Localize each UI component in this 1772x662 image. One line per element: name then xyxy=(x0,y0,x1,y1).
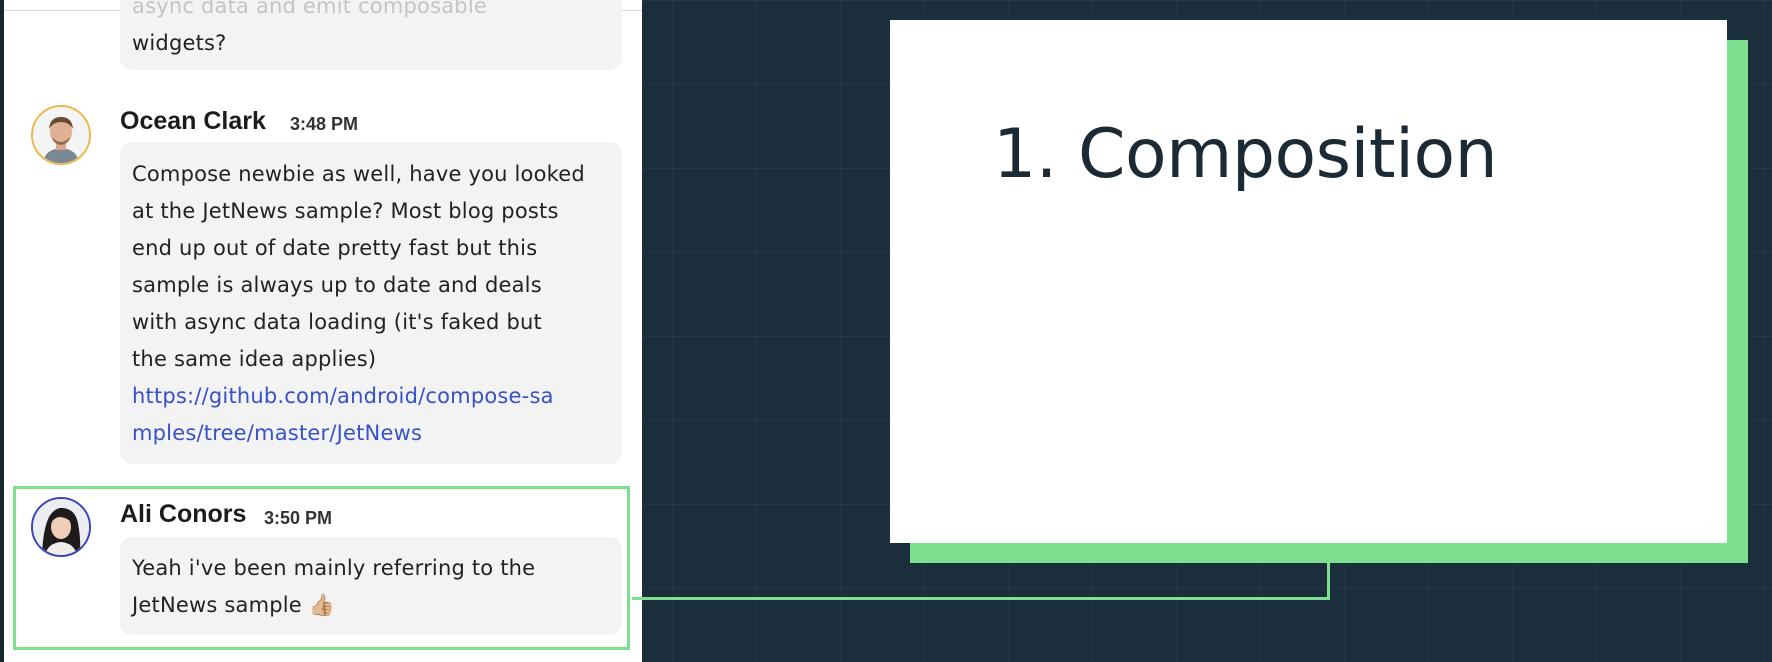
message-text-line: JetNews sample 👍🏼 xyxy=(132,587,622,624)
message-bubble: Compose newbie as well, have you looked … xyxy=(120,142,622,464)
message-text-line: async data and emit composable xyxy=(132,0,487,18)
slide-title: 1. Composition xyxy=(993,115,1498,194)
message-timestamp: 3:50 PM xyxy=(264,508,333,528)
sender-name[interactable]: Ali Conors xyxy=(120,500,246,529)
message-text-line: end up out of date pretty fast but this xyxy=(132,236,538,260)
woman-avatar-icon[interactable] xyxy=(31,497,91,557)
message-link[interactable]: https://github.com/android/compose-sa xyxy=(132,378,622,415)
message-text: JetNews sample xyxy=(132,593,302,617)
message-text-line: with async data loading (it's faked but xyxy=(132,310,542,334)
thumbs-up-emoji: 👍🏼 xyxy=(308,593,336,617)
message-timestamp: 3:48 PM xyxy=(290,114,359,134)
connector-line xyxy=(632,597,1330,600)
chat-panel: async data and emit composable widgets? … xyxy=(4,0,642,662)
message-text-line: sample is always up to date and deals xyxy=(132,273,542,297)
message-bubble-previous: async data and emit composable widgets? xyxy=(120,0,622,70)
message-text-line: Yeah i've been mainly referring to the xyxy=(132,556,536,580)
man-avatar-icon[interactable] xyxy=(31,105,91,165)
message-text-line: the same idea applies) xyxy=(132,347,377,371)
connector-line xyxy=(1327,560,1330,600)
message-bubble: Yeah i've been mainly referring to the J… xyxy=(120,537,622,635)
message-text-line: Compose newbie as well, have you looked xyxy=(132,162,585,186)
presentation-slide: 1. Composition xyxy=(890,20,1727,543)
message-text-line: widgets? xyxy=(132,31,227,55)
message-text-line: at the JetNews sample? Most blog posts xyxy=(132,199,559,223)
message-link[interactable]: mples/tree/master/JetNews xyxy=(132,415,622,452)
sender-name[interactable]: Ocean Clark xyxy=(120,107,266,136)
